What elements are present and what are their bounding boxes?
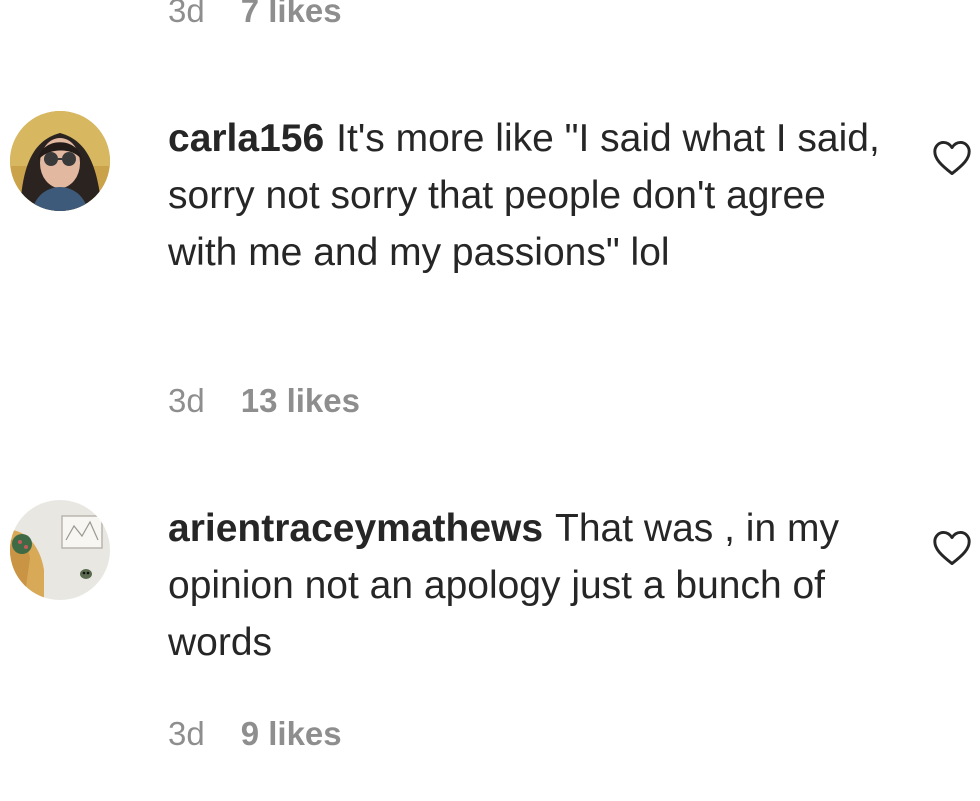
comment-username[interactable]: carla156	[168, 117, 324, 160]
profile-photo-woman-sunglasses-icon	[10, 111, 110, 211]
comment-likes-count[interactable]: 13 likes	[241, 382, 360, 419]
comment-meta: 3d 13 likes	[168, 382, 360, 420]
comments-list: 3d 7 likes carla156 It's more like "I said…	[0, 0, 980, 801]
comment-time: 3d	[168, 382, 205, 419]
comment-time: 3d	[168, 715, 205, 752]
comment-likes-count[interactable]: 7 likes	[241, 0, 342, 29]
like-button[interactable]	[932, 140, 972, 176]
heart-icon	[933, 140, 971, 176]
profile-photo-woman-wall-art-icon	[10, 500, 110, 600]
comment-likes-count[interactable]: 9 likes	[241, 715, 342, 752]
avatar[interactable]	[10, 111, 110, 211]
like-button[interactable]	[932, 530, 972, 566]
comment-meta: 3d 9 likes	[168, 715, 342, 753]
comment-time: 3d	[168, 0, 205, 29]
previous-comment-meta: 3d 7 likes	[168, 0, 342, 30]
comment-body: arientraceymathews That was , in my opini…	[168, 500, 888, 671]
comment-username[interactable]: arientraceymathews	[168, 507, 543, 550]
comment-body: carla156 It's more like "I said what I sa…	[168, 110, 888, 281]
avatar[interactable]	[10, 500, 110, 600]
heart-icon	[933, 530, 971, 566]
